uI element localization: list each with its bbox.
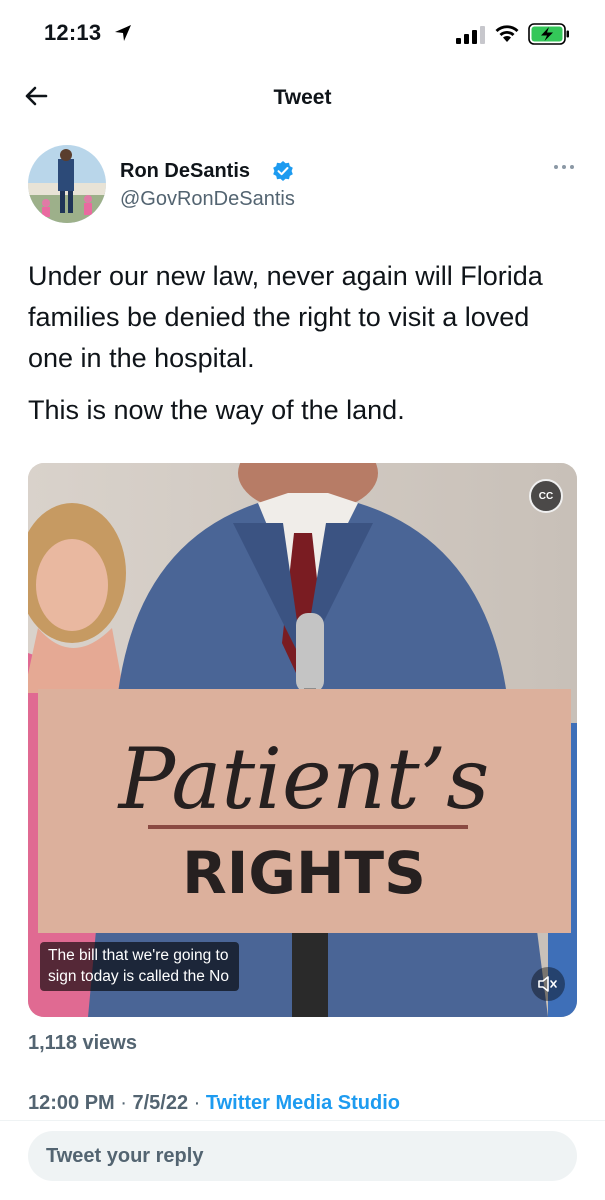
video-player[interactable]: Patient’s RIGHTS CC The bill that we're … [28, 463, 577, 1017]
cellular-signal-icon [456, 26, 485, 44]
status-bar: 12:13 [0, 0, 605, 64]
video-caption: The bill that we're going to sign today … [40, 942, 239, 991]
avatar[interactable] [28, 145, 106, 223]
tweet-paragraph-1: Under our new law, never again will Flor… [28, 261, 543, 373]
sign-text-rights: RIGHTS [182, 839, 426, 907]
video-frame: Patient’s RIGHTS [28, 463, 577, 1017]
meta-separator-2: · [193, 1092, 206, 1114]
tweet-time: 12:00 PM [28, 1092, 115, 1114]
tweet-text: Under our new law, never again will Flor… [28, 256, 578, 442]
verified-badge-icon [273, 161, 293, 181]
caption-line-1: The bill that we're going to [48, 947, 229, 964]
reply-placeholder: Tweet your reply [46, 1145, 204, 1167]
nav-header: Tweet [0, 72, 605, 124]
mute-button[interactable] [531, 967, 565, 1001]
view-count[interactable]: 1,118 views [28, 1032, 137, 1055]
location-arrow-icon [115, 25, 131, 41]
avatar-image [28, 145, 106, 223]
reply-input[interactable]: Tweet your reply [28, 1131, 577, 1181]
author-handle[interactable]: @GovRonDeSantis [120, 188, 295, 211]
closed-captions-button[interactable]: CC [529, 479, 563, 513]
caption-line-2: sign today is called the No [48, 968, 229, 985]
author-name[interactable]: Ron DeSantis [120, 160, 250, 183]
page-title: Tweet [273, 86, 332, 109]
status-time: 12:13 [44, 20, 102, 45]
sign-text-patients: Patient’s [117, 730, 490, 828]
speaker-muted-icon [538, 976, 557, 992]
tweet-date: 7/5/22 [132, 1092, 189, 1114]
more-options-icon[interactable] [552, 162, 576, 172]
divider [0, 1120, 605, 1121]
meta-separator-1: · [120, 1092, 133, 1114]
tweet-paragraph-2: This is now the way of the land. [28, 395, 405, 425]
battery-charging-icon [528, 23, 569, 45]
tweet-metadata: 12:00 PM · 7/5/22 · Twitter Media Studio [28, 1092, 400, 1115]
tweet-source-link[interactable]: Twitter Media Studio [206, 1092, 400, 1114]
wifi-icon [495, 25, 519, 42]
